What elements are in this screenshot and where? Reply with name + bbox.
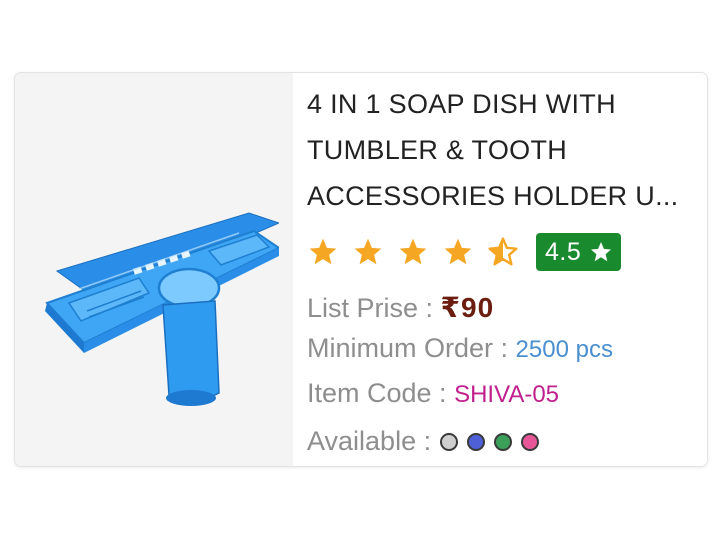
item-code-row: Item Code : SHIVA-05 xyxy=(307,378,559,409)
product-title[interactable]: 4 IN 1 SOAP DISH WITH TUMBLER & TOOTH AC… xyxy=(307,81,697,219)
product-card[interactable]: 4 IN 1 SOAP DISH WITH TUMBLER & TOOTH AC… xyxy=(14,72,708,467)
min-order-label: Minimum Order : xyxy=(307,333,516,363)
item-code-label: Item Code : xyxy=(307,378,455,408)
available-label: Available : xyxy=(307,426,432,456)
star-full-icon xyxy=(444,238,472,265)
color-swatch[interactable] xyxy=(521,432,540,451)
available-colors-row: Available : xyxy=(307,426,540,457)
list-price-row: List Prise : ₹90 xyxy=(307,291,494,324)
color-swatch[interactable] xyxy=(494,432,513,451)
rating-badge: 4.5 xyxy=(536,233,622,271)
min-order-value: 2500 pcs xyxy=(515,336,613,363)
star-full-icon xyxy=(399,238,427,265)
color-swatch[interactable] xyxy=(467,432,486,451)
min-order-row: Minimum Order : 2500 pcs xyxy=(307,333,613,364)
rating-value: 4.5 xyxy=(545,237,582,266)
product-info: 4 IN 1 SOAP DISH WITH TUMBLER & TOOTH AC… xyxy=(307,81,699,456)
rating-row: 4.5 xyxy=(307,231,622,273)
soap-dish-product-image xyxy=(45,212,279,406)
star-full-icon xyxy=(309,238,337,265)
list-price-label: List Prise : xyxy=(307,293,441,323)
star-icon xyxy=(591,242,612,262)
star-half-icon xyxy=(488,237,518,266)
list-price-value: ₹90 xyxy=(440,292,495,323)
star-full-icon xyxy=(354,238,382,265)
product-image[interactable] xyxy=(15,73,293,466)
color-swatch[interactable] xyxy=(440,432,459,451)
item-code-value: SHIVA-05 xyxy=(454,381,560,408)
